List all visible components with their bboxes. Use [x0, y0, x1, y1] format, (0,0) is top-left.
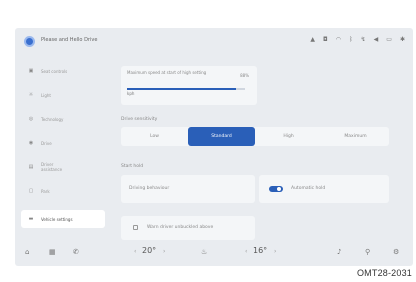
mode-option-maximum[interactable]: Maximum: [322, 127, 389, 146]
mode-selector: Low Standard High Maximum: [121, 127, 389, 146]
volume-icon[interactable]: ◀: [374, 36, 379, 44]
seat-icon: ▣: [28, 68, 34, 74]
battery-icon: ▭: [386, 36, 392, 43]
mode-option-low[interactable]: Low: [121, 127, 188, 146]
technology-icon: ◎: [28, 116, 34, 122]
sidebar-item-label: Light: [41, 92, 51, 98]
settings-icon[interactable]: ✱: [400, 36, 405, 44]
sidebar-item-park[interactable]: ▢ Park: [21, 182, 105, 200]
apps-icon[interactable]: ▦: [49, 248, 56, 256]
mode-option-standard[interactable]: Standard: [188, 127, 255, 146]
fan-icon[interactable]: ♨: [201, 248, 207, 256]
infotainment-screen: Please and Hello Drive ▲ ◘ ◠ ᛒ ↯ ◀ ▭ ✱ ▣…: [15, 28, 413, 266]
driving-behaviour-label: Driving behaviour: [129, 186, 170, 191]
warn-driver-card: Warn driver unbuckled above: [121, 216, 255, 240]
sidebar-item-seat-controls[interactable]: ▣ Seat controls: [21, 62, 105, 80]
light-icon: ☼: [28, 92, 34, 98]
left-temp-up-icon[interactable]: ›: [163, 248, 165, 255]
right-temp-up-icon[interactable]: ›: [274, 248, 276, 255]
speed-slider-fill: [127, 88, 236, 90]
app-title: Please and Hello Drive: [41, 37, 98, 43]
camera-icon[interactable]: ◘: [323, 36, 328, 44]
sidebar-item-label: Technology: [41, 116, 64, 122]
speed-setting-percent: 88%: [240, 73, 249, 78]
seat-heating-icon[interactable]: ♪: [337, 248, 341, 256]
bottom-bar: ⌂ ▦ ✆ ‹ 20° › ♨ ‹ 16° › ♪ ⚲ ⚙: [15, 242, 413, 266]
speed-slider[interactable]: [127, 88, 245, 90]
right-temp-down-icon[interactable]: ‹: [245, 248, 247, 255]
warn-driver-label: Warn driver unbuckled above: [147, 225, 214, 230]
settings-gear-icon[interactable]: ⚙: [393, 248, 399, 256]
sidebar-item-technology[interactable]: ◎ Technology: [21, 110, 105, 128]
mode-section-label: Drive sensitivity: [121, 117, 158, 122]
driving-behaviour-card[interactable]: Driving behaviour: [121, 175, 255, 203]
sidebar-item-drive[interactable]: ◉ Drive: [21, 134, 105, 152]
automatic-hold-toggle[interactable]: [269, 186, 283, 192]
assistance-icon: ▤: [28, 164, 34, 170]
status-bar: Please and Hello Drive ▲ ◘ ◠ ᛒ ↯ ◀ ▭ ✱: [15, 28, 413, 52]
right-temperature: 16°: [253, 246, 268, 255]
options-section-label: Start hold: [121, 164, 144, 169]
sidebar-item-label: Park: [41, 188, 50, 194]
home-icon[interactable]: ⌂: [25, 248, 29, 256]
sidebar-item-label: Vehicle settings: [41, 216, 73, 222]
drive-icon: ◉: [28, 140, 34, 146]
user-icon[interactable]: ⚲: [365, 248, 370, 256]
wifi-icon: ◠: [335, 36, 342, 43]
app-logo-icon[interactable]: [24, 36, 35, 47]
left-temperature: 20°: [142, 246, 157, 255]
automatic-hold-card: Automatic hold: [259, 175, 389, 203]
sidebar-item-label: Driver assistance: [41, 162, 63, 172]
sidebar: ▣ Seat controls ☼ Light ◎ Technology ◉ D…: [21, 62, 105, 238]
automatic-hold-label: Automatic hold: [291, 186, 326, 191]
mode-option-high[interactable]: High: [255, 127, 322, 146]
sidebar-item-light[interactable]: ☼ Light: [21, 86, 105, 104]
signal-icon: ↯: [360, 36, 366, 43]
warn-driver-checkbox[interactable]: [133, 225, 138, 230]
speed-unit: kph: [127, 91, 135, 96]
speed-setting-title: Maximum speed at start of high setting: [127, 70, 207, 75]
sidebar-item-vehicle-settings[interactable]: ▬ Vehicle settings: [21, 210, 105, 228]
bell-icon[interactable]: ▲: [310, 36, 315, 44]
park-icon: ▢: [28, 188, 34, 194]
vehicle-icon: ▬: [28, 216, 34, 222]
left-temp-down-icon[interactable]: ‹: [134, 248, 136, 255]
toggle-knob: [276, 186, 282, 192]
sidebar-item-label: Drive: [41, 140, 52, 146]
sidebar-item-label: Seat controls: [41, 68, 68, 74]
status-icons: ▲ ◘ ◠ ᛒ ↯ ◀ ▭ ✱: [310, 36, 405, 44]
phone-icon[interactable]: ✆: [73, 248, 79, 256]
sidebar-item-driver-assistance[interactable]: ▤ Driver assistance: [21, 158, 105, 176]
figure-caption: OMT28-2031: [356, 268, 412, 278]
bluetooth-icon: ᛒ: [349, 36, 353, 43]
speed-setting-card[interactable]: Maximum speed at start of high setting 8…: [121, 66, 257, 105]
